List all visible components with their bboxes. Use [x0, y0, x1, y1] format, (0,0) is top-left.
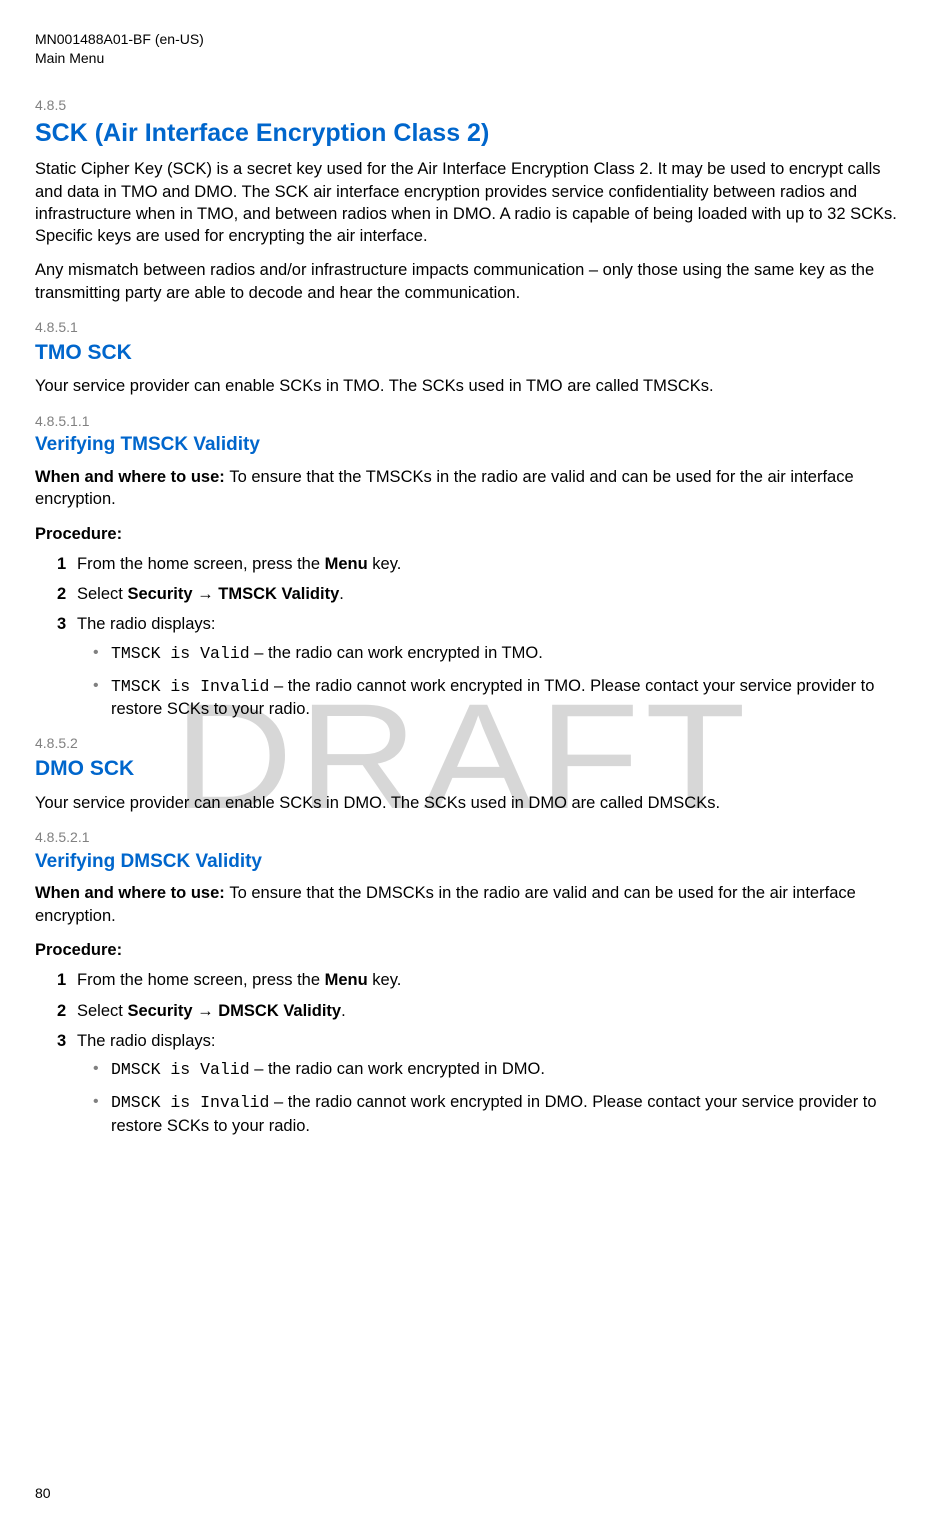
heading-verifying-dmsck: Verifying DMSCK Validity — [35, 849, 911, 875]
result-list: DMSCK is Valid – the radio can work encr… — [93, 1058, 911, 1137]
page-number: 80 — [35, 1484, 51, 1503]
procedure-label: Procedure: — [35, 523, 911, 545]
procedure-step: 2 Select Security → TMSCK Validity. — [57, 583, 911, 605]
step-text: From the home screen, press the — [77, 971, 325, 989]
header-section-title: Main Menu — [35, 49, 911, 68]
step-text: key. — [368, 971, 402, 989]
menu-path-dmsck-validity: DMSCK Validity — [218, 1002, 341, 1020]
when-where-paragraph: When and where to use: To ensure that th… — [35, 882, 911, 927]
when-where-paragraph: When and where to use: To ensure that th… — [35, 466, 911, 511]
when-where-label: When and where to use: — [35, 884, 229, 902]
menu-arrow: → — [193, 1002, 219, 1020]
paragraph: Any mismatch between radios and/or infra… — [35, 259, 911, 304]
menu-path-tmsck-validity: TMSCK Validity — [218, 585, 339, 603]
procedure-step: 1 From the home screen, press the Menu k… — [57, 969, 911, 991]
menu-arrow: → — [193, 585, 219, 603]
when-where-label: When and where to use: — [35, 468, 229, 486]
section-number: 4.8.5 — [35, 96, 911, 115]
paragraph: Static Cipher Key (SCK) is a secret key … — [35, 158, 911, 247]
step-number: 1 — [57, 969, 66, 991]
heading-dmo-sck: DMO SCK — [35, 755, 911, 783]
list-item: TMSCK is Invalid – the radio cannot work… — [93, 675, 911, 721]
step-number: 1 — [57, 553, 66, 575]
step-text: The radio displays: — [77, 1032, 216, 1050]
list-item: TMSCK is Valid – the radio can work encr… — [93, 642, 911, 665]
section-number: 4.8.5.1.1 — [35, 412, 911, 431]
procedure-step: 1 From the home screen, press the Menu k… — [57, 553, 911, 575]
procedure-list: 1 From the home screen, press the Menu k… — [57, 553, 911, 721]
procedure-label: Procedure: — [35, 939, 911, 961]
procedure-list: 1 From the home screen, press the Menu k… — [57, 969, 911, 1137]
step-text: Select — [77, 585, 127, 603]
result-text: – the radio can work encrypted in DMO. — [250, 1060, 545, 1078]
step-text: From the home screen, press the — [77, 555, 325, 573]
heading-tmo-sck: TMO SCK — [35, 339, 911, 367]
menu-key-label: Menu — [325, 971, 368, 989]
section-number: 4.8.5.2.1 — [35, 828, 911, 847]
header-doc-id: MN001488A01-BF (en-US) — [35, 30, 911, 49]
list-item: DMSCK is Valid – the radio can work encr… — [93, 1058, 911, 1081]
step-text: The radio displays: — [77, 615, 216, 633]
step-number: 3 — [57, 1030, 66, 1052]
step-number: 3 — [57, 613, 66, 635]
paragraph: Your service provider can enable SCKs in… — [35, 792, 911, 814]
code-tmsck-invalid: TMSCK is Invalid — [111, 677, 269, 696]
paragraph: Your service provider can enable SCKs in… — [35, 375, 911, 397]
heading-sck: SCK (Air Interface Encryption Class 2) — [35, 117, 911, 151]
result-list: TMSCK is Valid – the radio can work encr… — [93, 642, 911, 721]
code-dmsck-valid: DMSCK is Valid — [111, 1060, 250, 1079]
section-number: 4.8.5.1 — [35, 318, 911, 337]
step-number: 2 — [57, 1000, 66, 1022]
code-dmsck-invalid: DMSCK is Invalid — [111, 1093, 269, 1112]
code-tmsck-valid: TMSCK is Valid — [111, 644, 250, 663]
procedure-step: 3 The radio displays: TMSCK is Valid – t… — [57, 613, 911, 720]
step-text: . — [339, 585, 344, 603]
result-text: – the radio can work encrypted in TMO. — [250, 644, 543, 662]
step-text: . — [341, 1002, 346, 1020]
menu-path-security: Security — [127, 1002, 192, 1020]
menu-key-label: Menu — [325, 555, 368, 573]
section-number: 4.8.5.2 — [35, 734, 911, 753]
step-text: Select — [77, 1002, 127, 1020]
step-text: key. — [368, 555, 402, 573]
procedure-step: 2 Select Security → DMSCK Validity. — [57, 1000, 911, 1022]
menu-path-security: Security — [127, 585, 192, 603]
step-number: 2 — [57, 583, 66, 605]
procedure-step: 3 The radio displays: DMSCK is Valid – t… — [57, 1030, 911, 1137]
heading-verifying-tmsck: Verifying TMSCK Validity — [35, 432, 911, 458]
list-item: DMSCK is Invalid – the radio cannot work… — [93, 1091, 911, 1137]
